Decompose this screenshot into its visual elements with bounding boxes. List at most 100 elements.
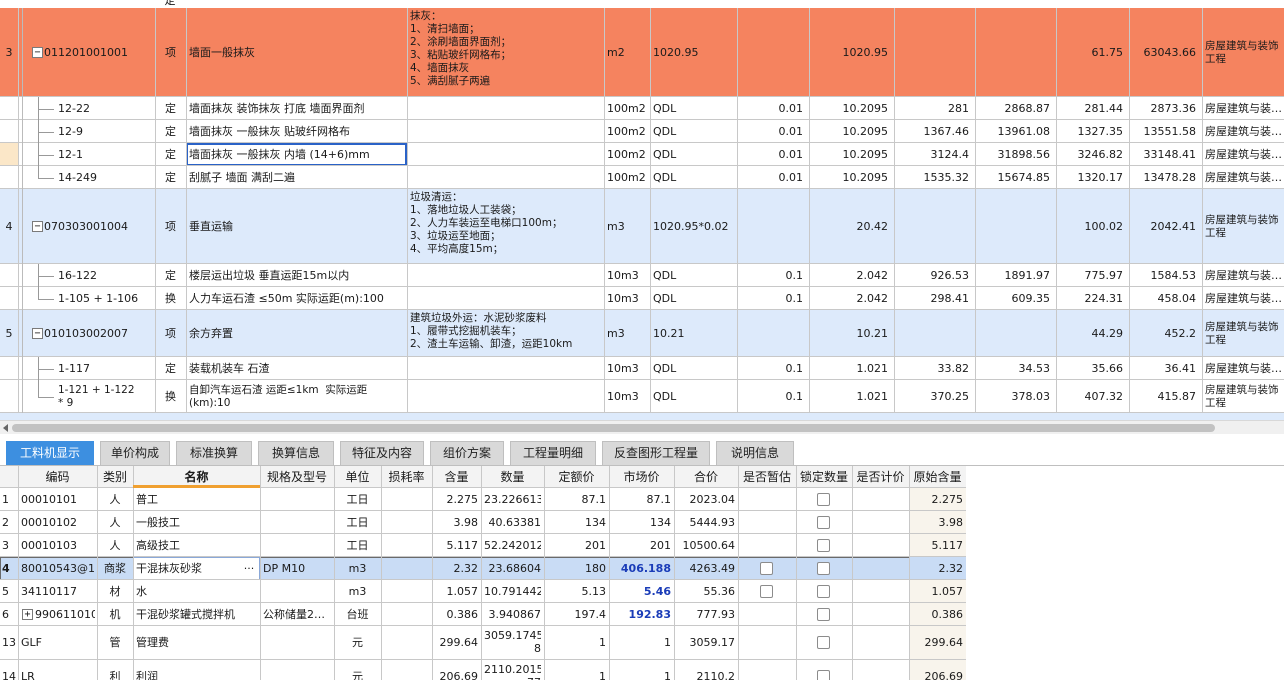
collapse-icon[interactable]: − [32, 47, 43, 58]
cell-name[interactable]: 墙面抹灰 一般抹灰 贴玻纤网格布 [189, 125, 404, 139]
cell-code[interactable]: 011201001001 [44, 46, 153, 60]
header-lock[interactable]: 锁定数量 [796, 470, 852, 484]
header-est[interactable]: 是否暂估 [738, 470, 796, 484]
cell-name[interactable]: 刮腻子 墙面 满刮二遍 [189, 171, 404, 185]
lock-qty-checkbox[interactable] [817, 670, 830, 680]
bill-row[interactable]: 1-117 定装载机装车 石渣 10m3 QDL 0.1 1.021 33.82 34.53 3… [0, 357, 1284, 380]
cell-market[interactable]: 406.188 [612, 562, 671, 576]
cell-qty[interactable]: 10.791442 [484, 585, 541, 599]
cell-market[interactable]: 1 [612, 636, 671, 650]
tab-1[interactable]: 工料机显示 [6, 441, 94, 465]
tab-9[interactable]: 说明信息 [716, 441, 794, 465]
bill-row[interactable]: 5 010103002007 项余方弃置 建筑垃圾外运：水泥砂浆废料 1、履带式挖掘机… [0, 310, 1284, 357]
cell-name[interactable]: 高级技工 [136, 539, 257, 553]
cell-code[interactable]: 070303001004 [44, 220, 153, 234]
scroll-left-icon[interactable] [3, 424, 8, 432]
cell-name[interactable]: 干混抹灰砂浆 [136, 562, 257, 576]
cell-name[interactable]: 墙面抹灰 装饰抹灰 打底 墙面界面剂 [189, 102, 404, 116]
bill-row[interactable]: 12-1 定墙面抹灰 一般抹灰 内墙 (14+6)mm 100m2 QDL 0.01 10… [0, 143, 1284, 166]
cell-code[interactable]: 1-105 + 1-106 [58, 292, 153, 306]
cell-code[interactable]: GLF [21, 636, 94, 650]
lock-qty-checkbox[interactable] [817, 493, 830, 506]
cell-qty[interactable]: 2110.2015 77 [484, 663, 541, 680]
cell-name[interactable]: 垂直运输 [189, 220, 404, 234]
cell-code[interactable]: 990611010 [35, 608, 95, 622]
cell-qty[interactable]: 52.242012 [484, 539, 541, 553]
cell-code[interactable]: 1-121 + 1-122 * 9 [58, 384, 153, 410]
cell-code[interactable]: 34110117 [21, 585, 94, 599]
cell-market[interactable]: 1 [612, 670, 671, 680]
bill-row[interactable]: 12-22 定墙面抹灰 装饰抹灰 打底 墙面界面剂 100m2 QDL 0.01 10.2… [0, 97, 1284, 120]
bill-row[interactable]: 4 070303001004 项垂直运输 垃圾清运： 1、落地垃圾人工装袋； 2、人力… [0, 189, 1284, 264]
cell-content[interactable]: 2.275 [435, 493, 479, 507]
horizontal-scrollbar[interactable] [0, 420, 1284, 434]
lock-qty-checkbox[interactable] [817, 636, 830, 649]
lock-qty-checkbox[interactable] [817, 516, 830, 529]
cell-code[interactable]: 1-117 [58, 362, 153, 376]
lock-qty-checkbox[interactable] [817, 562, 830, 575]
header-market[interactable]: 市场价 [609, 470, 674, 484]
tab-2[interactable]: 单价构成 [100, 441, 170, 465]
cell-name[interactable]: 人力车运石渣 ≤50m 实际运距(m):100 [189, 292, 404, 306]
bill-row[interactable]: 1-121 + 1-122 * 9 换自卸汽车运石渣 运距≤1km 实际运距 (k… [0, 380, 1284, 413]
cell-code[interactable]: 16-122 [58, 269, 153, 283]
resource-row[interactable]: 13 GLF 管 管理费 元 299.64 3059.1745 8 1 1 3059.17 299.… [0, 626, 966, 660]
estimate-checkbox[interactable] [760, 585, 773, 598]
cell-market[interactable]: 5.46 [612, 585, 671, 599]
bill-row[interactable]: 14-249 定刮腻子 墙面 满刮二遍 100m2 QDL 0.01 10.2095 153… [0, 166, 1284, 189]
cell-content[interactable]: 0.386 [435, 608, 479, 622]
expand-icon[interactable]: + [22, 609, 33, 620]
header-calc[interactable]: 是否计价 [852, 470, 909, 484]
tab-6[interactable]: 组价方案 [430, 441, 504, 465]
cell-code[interactable]: 14-249 [58, 171, 153, 185]
cell-qty[interactable]: 23.226613 [484, 493, 541, 507]
cell-code[interactable]: 00010101 [21, 493, 94, 507]
cell-code[interactable]: 00010102 [21, 516, 94, 530]
bill-row[interactable]: 16-122 定楼层运出垃圾 垂直运距15m以内 10m3 QDL 0.1 2.042 92… [0, 264, 1284, 287]
more-button[interactable]: ··· [240, 562, 258, 576]
cell-content[interactable]: 3.98 [435, 516, 479, 530]
header-total[interactable]: 合价 [674, 470, 738, 484]
bill-row[interactable]: 3 011201001001 项墙面一般抹灰 抹灰： 1、清扫墙面； 2、涂刷墙面界面… [0, 8, 1284, 97]
header-orig[interactable]: 原始含量 [909, 470, 966, 484]
cell-code[interactable]: 00010103 [21, 539, 94, 553]
tab-7[interactable]: 工程量明细 [510, 441, 596, 465]
cell-name[interactable]: 装载机装车 石渣 [189, 362, 404, 376]
resource-row[interactable]: 6 990611010 机 干混砂浆罐式搅拌机 公称储量2… 台班 0.386 3.94086… [0, 603, 966, 626]
cell-code[interactable]: 12-9 [58, 125, 153, 139]
cell-name[interactable]: 利润 [136, 670, 257, 680]
cell-name[interactable]: 普工 [136, 493, 257, 507]
header-cat[interactable]: 类别 [97, 470, 133, 484]
cell-name[interactable]: 水 [136, 585, 257, 599]
header-loss[interactable]: 损耗率 [381, 470, 432, 484]
header-content[interactable]: 含量 [432, 470, 481, 484]
tab-5[interactable]: 特征及内容 [340, 441, 424, 465]
tab-8[interactable]: 反查图形工程量 [602, 441, 710, 465]
cell-qty[interactable]: 3.940867 [484, 608, 542, 622]
cell-code[interactable]: 12-22 [58, 102, 153, 116]
cell-qty[interactable]: 3059.1745 8 [484, 629, 541, 655]
header-code[interactable]: 编码 [18, 470, 97, 484]
cell-content[interactable]: 299.64 [435, 636, 479, 650]
header-unit[interactable]: 单位 [334, 470, 381, 484]
bill-row[interactable]: 12-9 定墙面抹灰 一般抹灰 贴玻纤网格布 100m2 QDL 0.01 10.2095… [0, 120, 1284, 143]
lock-qty-checkbox[interactable] [817, 585, 830, 598]
cell-qty[interactable]: 40.63381 [484, 516, 542, 530]
tab-3[interactable]: 标准换算 [176, 441, 252, 465]
cell-name[interactable]: 楼层运出垃圾 垂直运距15m以内 [189, 269, 404, 283]
resource-row[interactable]: 2 00010102 人 一般技工 工日 3.98 40.63381 134 134 5444.9… [0, 511, 966, 534]
resource-row[interactable]: 5 34110117 材 水 m3 1.057 10.791442 5.13 5.46 55.36… [0, 580, 966, 603]
cell-market[interactable]: 192.83 [612, 608, 671, 622]
cell-code[interactable]: 12-1 [58, 148, 153, 162]
cell-content[interactable]: 1.057 [435, 585, 479, 599]
cell-name[interactable]: 一般技工 [136, 516, 257, 530]
cell-content[interactable]: 206.69 [435, 670, 479, 680]
cell-market[interactable]: 134 [612, 516, 671, 530]
cell-content[interactable]: 5.117 [435, 539, 479, 553]
cell-code[interactable]: LR [21, 670, 94, 680]
header-qty[interactable]: 数量 [481, 470, 544, 484]
lock-qty-checkbox[interactable] [817, 539, 830, 552]
estimate-checkbox[interactable] [760, 562, 773, 575]
resource-row[interactable]: 14 LR 利 利润 元 206.69 2110.2015 77 11 2110.2 206.69 [0, 660, 966, 680]
cell-code[interactable]: 80010543@1 [21, 562, 94, 576]
